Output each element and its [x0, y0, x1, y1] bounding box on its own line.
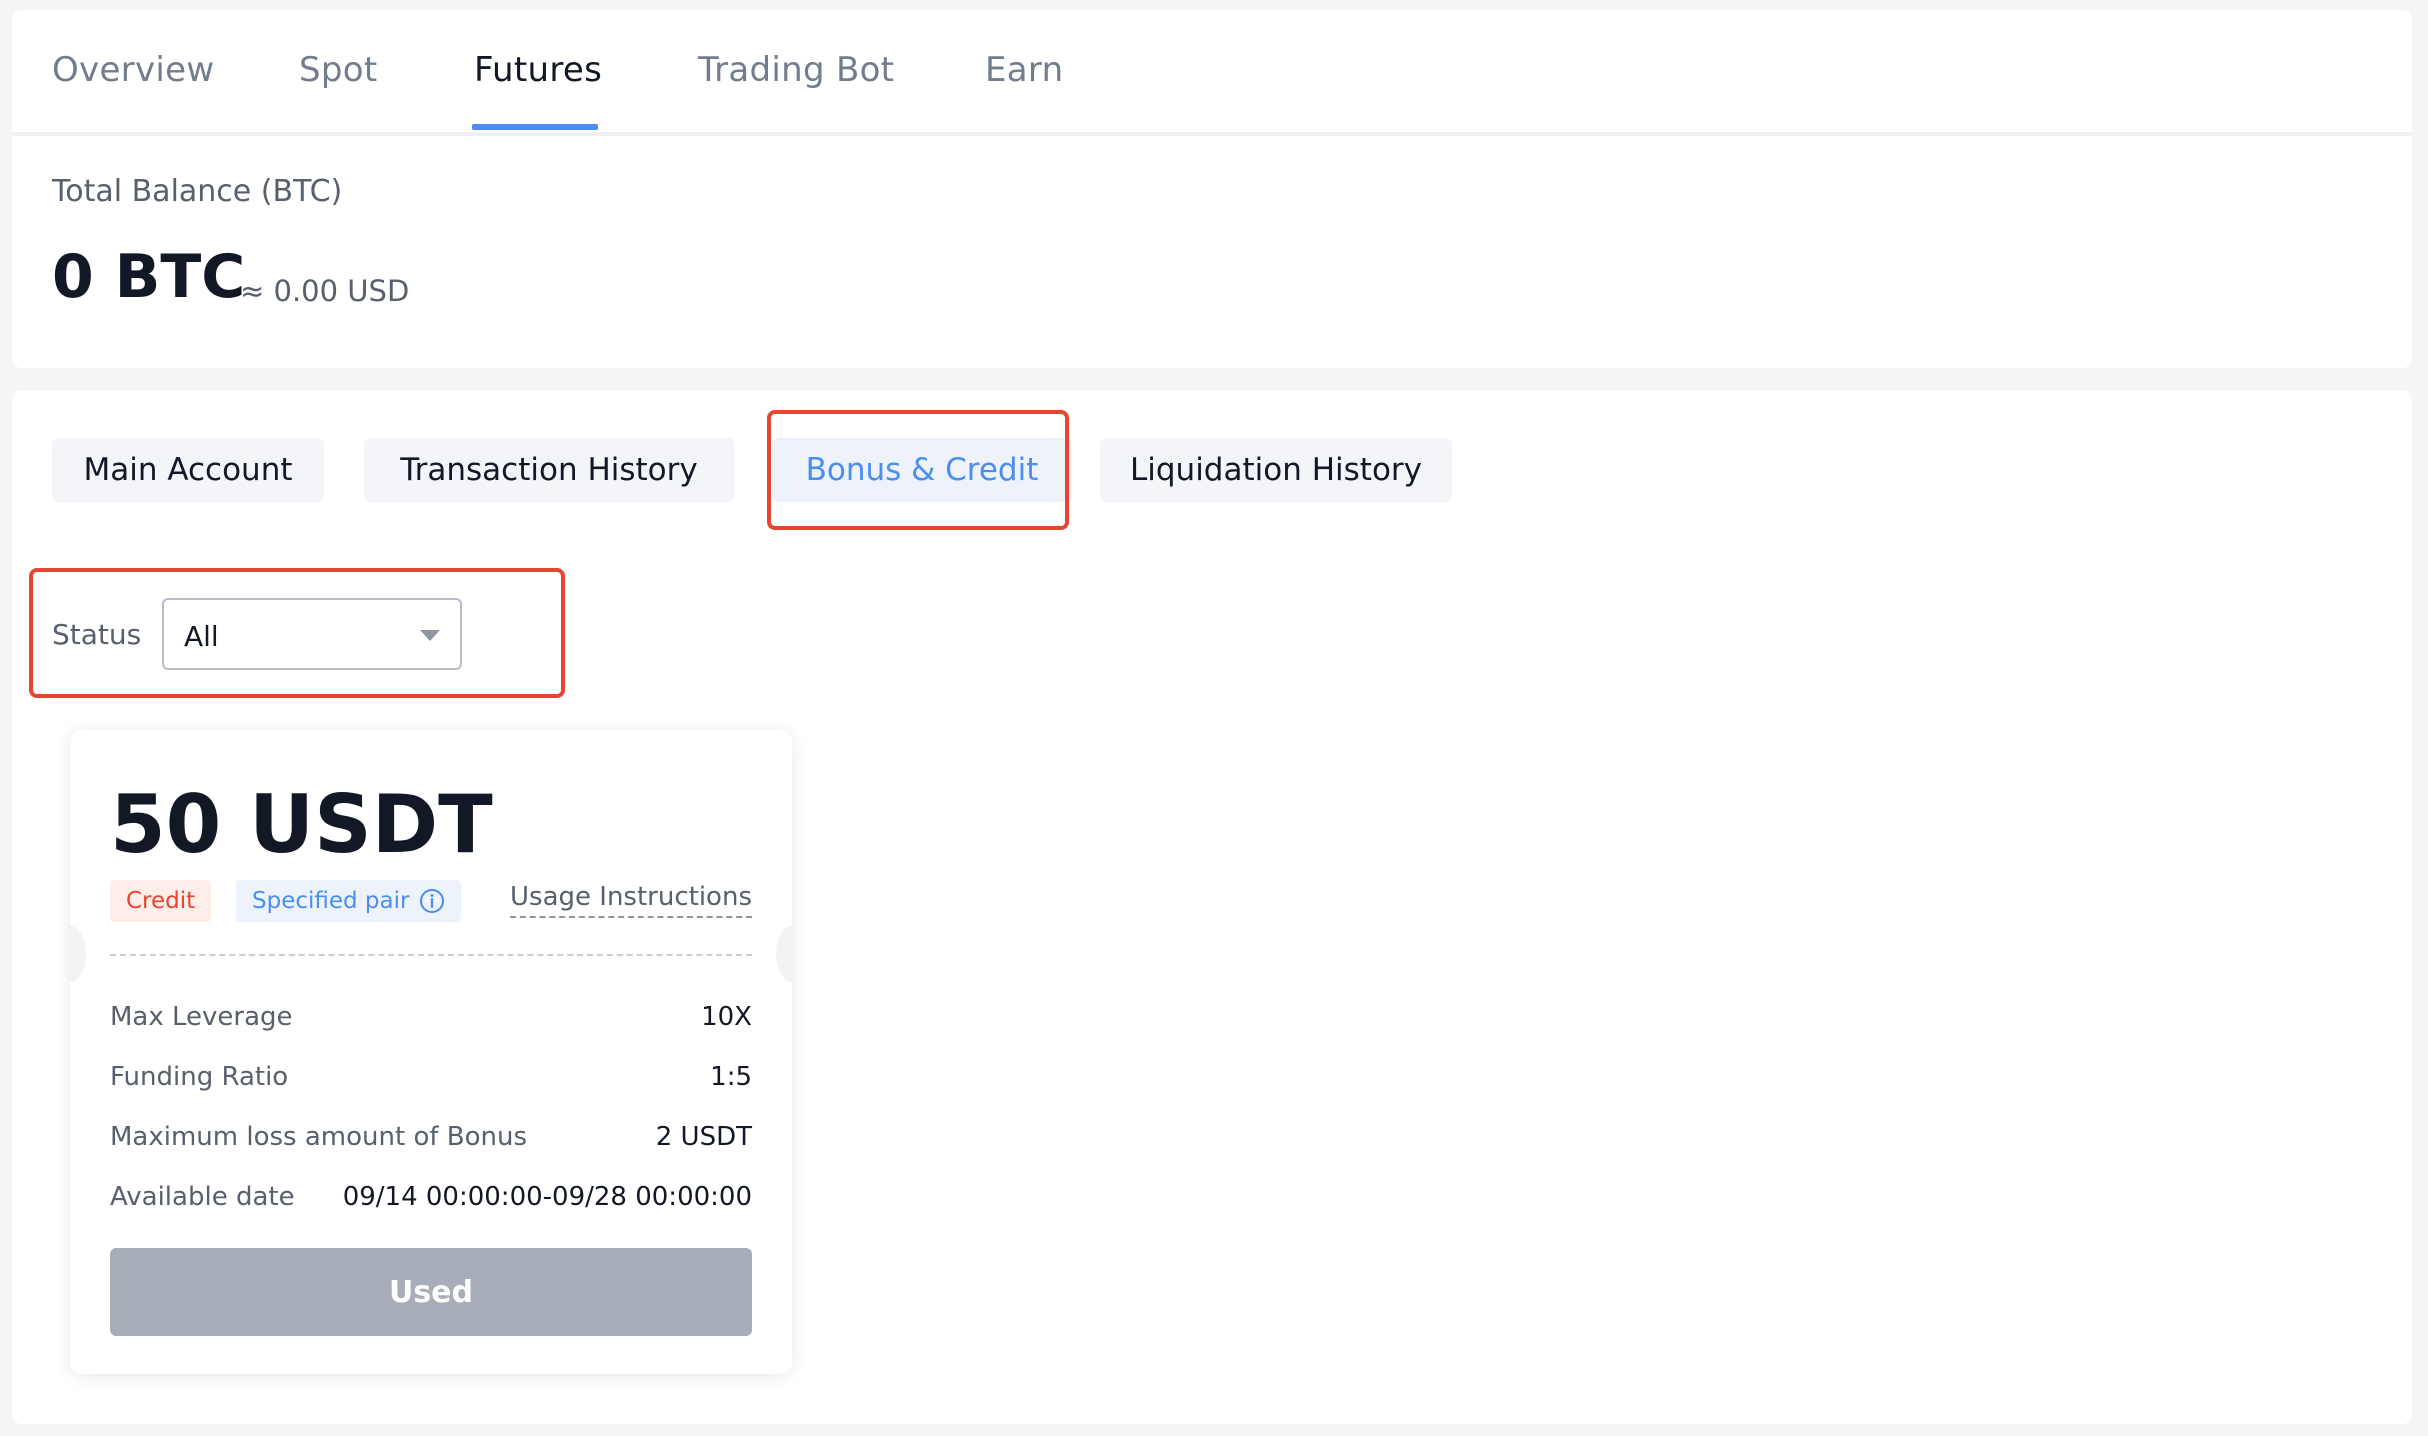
- specified-pair-tag[interactable]: Specified pair: [236, 880, 462, 922]
- total-balance-value: 0 BTC: [52, 242, 246, 312]
- total-balance-usd: ≈ 0.00 USD: [240, 274, 410, 308]
- status-filter-label: Status: [52, 618, 142, 651]
- tab-earn[interactable]: Earn: [985, 50, 1063, 90]
- detail-label: Maximum loss amount of Bonus: [110, 1122, 528, 1152]
- futures-account-panel: Main Account Transaction History Bonus &…: [12, 390, 2412, 1424]
- detail-row-max-leverage: Max Leverage 10X: [110, 1002, 752, 1042]
- detail-value: 2 USDT: [655, 1122, 752, 1152]
- card-notch-right: [776, 926, 792, 982]
- caret-down-icon: [420, 630, 440, 641]
- subtab-liquidation-history[interactable]: Liquidation History: [1100, 438, 1452, 502]
- account-tabs: Overview Spot Futures Trading Bot Earn: [12, 10, 2412, 136]
- card-divider: [110, 954, 752, 956]
- subtab-transaction-history[interactable]: Transaction History: [364, 438, 734, 502]
- tab-futures[interactable]: Futures: [474, 50, 602, 90]
- bonus-amount: 50 USDT: [110, 778, 493, 871]
- detail-value: 10X: [701, 1002, 752, 1032]
- usage-instructions-link[interactable]: Usage Instructions: [510, 882, 752, 918]
- detail-row-funding-ratio: Funding Ratio 1:5: [110, 1062, 752, 1102]
- tab-trading-bot[interactable]: Trading Bot: [698, 50, 894, 90]
- subtab-bonus-credit[interactable]: Bonus & Credit: [772, 438, 1072, 502]
- detail-label: Funding Ratio: [110, 1062, 289, 1092]
- used-button[interactable]: Used: [110, 1248, 752, 1336]
- credit-tag-label: Credit: [126, 888, 196, 914]
- tab-spot[interactable]: Spot: [299, 50, 378, 90]
- status-selected-value: All: [184, 620, 219, 653]
- detail-value: 09/14 00:00:00-09/28 00:00:00: [342, 1182, 752, 1212]
- credit-tag: Credit: [110, 880, 212, 922]
- card-notch-left: [70, 926, 86, 982]
- specified-pair-label: Specified pair: [252, 888, 410, 914]
- detail-value: 1:5: [710, 1062, 752, 1092]
- detail-label: Max Leverage: [110, 1002, 293, 1032]
- detail-row-max-loss: Maximum loss amount of Bonus 2 USDT: [110, 1122, 752, 1162]
- subtab-main-account[interactable]: Main Account: [52, 438, 324, 502]
- account-overview-panel: Overview Spot Futures Trading Bot Earn T…: [12, 10, 2412, 368]
- bonus-card: 50 USDT Credit Specified pair Usage Inst…: [70, 730, 792, 1374]
- tab-overview[interactable]: Overview: [52, 50, 214, 90]
- active-tab-indicator: [472, 124, 598, 130]
- detail-row-available-date: Available date 09/14 00:00:00-09/28 00:0…: [110, 1182, 752, 1222]
- detail-label: Available date: [110, 1182, 295, 1212]
- info-icon[interactable]: [419, 888, 445, 914]
- total-balance-label: Total Balance (BTC): [52, 174, 343, 209]
- status-dropdown[interactable]: All: [162, 598, 462, 670]
